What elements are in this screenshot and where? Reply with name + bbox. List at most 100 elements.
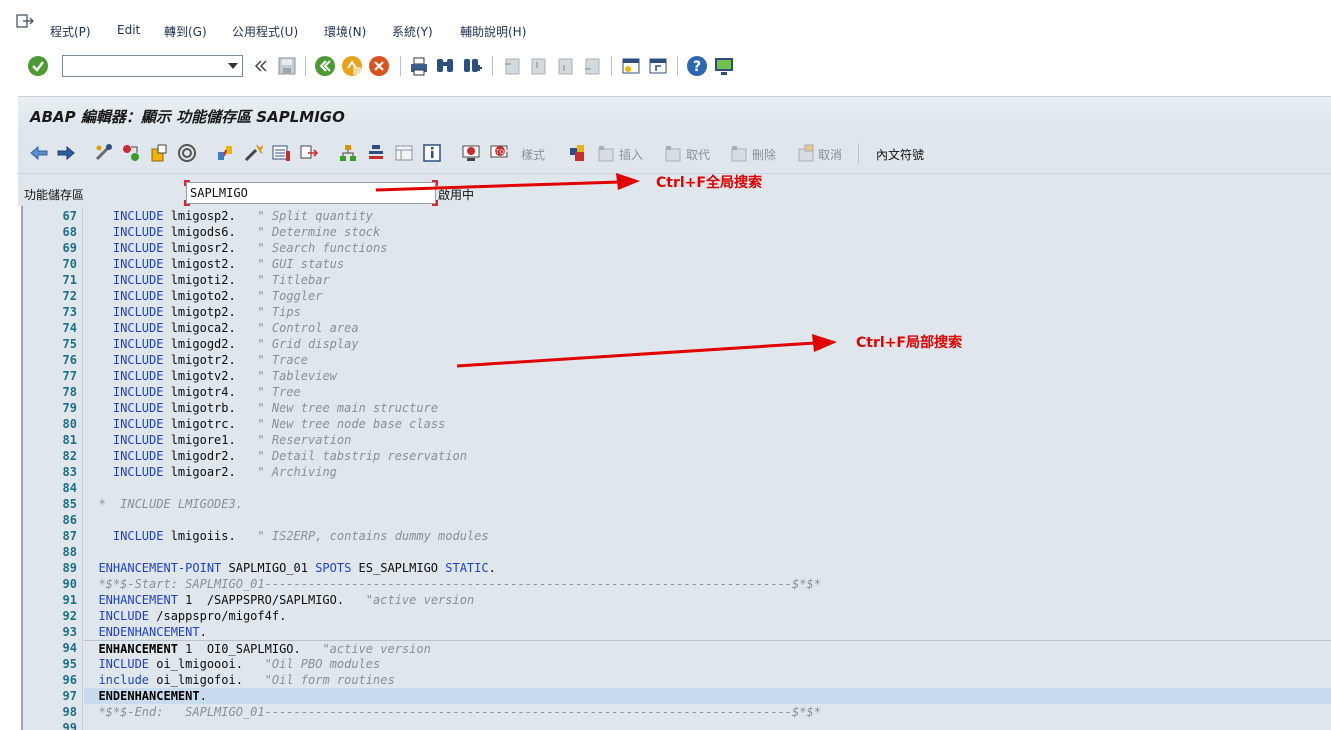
code-keyword: ENDENHANCEMENT bbox=[98, 689, 200, 703]
code-line[interactable]: INCLUDE lmigoiis. " IS2ERP, contains dum… bbox=[84, 528, 1331, 544]
external-breakpoint-icon[interactable]: STOP bbox=[488, 142, 510, 164]
last-page-icon bbox=[581, 55, 603, 77]
help-icon[interactable]: ? bbox=[686, 55, 708, 77]
menu-edit[interactable]: Edit bbox=[117, 23, 140, 37]
code-line[interactable] bbox=[84, 544, 1331, 560]
code-line[interactable]: INCLUDE lmigosr2. " Search functions bbox=[84, 240, 1331, 256]
menu-help[interactable]: 輔助說明(H) bbox=[460, 23, 526, 40]
save-icon[interactable] bbox=[276, 55, 298, 77]
text-symbols-button[interactable]: 內文符號 bbox=[876, 146, 924, 163]
code-editor[interactable]: 67 68 69 70 71 72 73 74 75 76 77 78 79 80 81 82 83 84 85 86… bbox=[21, 206, 1331, 730]
code-keyword: INCLUDE bbox=[112, 385, 164, 399]
customize-layout-icon[interactable] bbox=[713, 55, 735, 77]
find-icon[interactable] bbox=[434, 55, 456, 77]
menu-system[interactable]: 系統(Y) bbox=[392, 23, 433, 40]
back-arrow-icon[interactable] bbox=[28, 142, 50, 164]
code-line[interactable]: INCLUDE lmigodr2. " Detail tabstrip rese… bbox=[84, 448, 1331, 464]
code-comment: " Determine stock bbox=[257, 225, 381, 239]
command-field[interactable] bbox=[62, 55, 243, 77]
code-line[interactable]: ENHANCEMENT-POINT SAPLMIGO_01 SPOTS ES_S… bbox=[84, 560, 1331, 576]
code-line[interactable] bbox=[84, 720, 1331, 730]
enter-icon[interactable] bbox=[27, 55, 49, 77]
menu-environment[interactable]: 環境(N) bbox=[324, 23, 366, 40]
insert-button[interactable]: 插入 bbox=[619, 146, 643, 163]
code-line[interactable]: INCLUDE oi_lmigoooi. "Oil PBO modules bbox=[84, 656, 1331, 672]
function-group-input[interactable]: SAPLMIGO bbox=[184, 180, 438, 206]
code-line[interactable]: * INCLUDE LMIGODE3. bbox=[84, 496, 1331, 512]
menu-program[interactable]: 程式(P) bbox=[50, 23, 91, 40]
check-syntax-icon[interactable] bbox=[242, 142, 264, 164]
code-line[interactable]: INCLUDE lmigoti2. " Titlebar bbox=[84, 272, 1331, 288]
code-line[interactable]: ENHANCEMENT 1 OI0_SAPLMIGO. "active vers… bbox=[84, 640, 1331, 656]
exit-icon[interactable] bbox=[341, 55, 363, 77]
code-line[interactable]: INCLUDE lmigotrb. " New tree main struct… bbox=[84, 400, 1331, 416]
code-line[interactable]: INCLUDE lmigotv2. " Tableview bbox=[84, 368, 1331, 384]
replace-icon bbox=[662, 142, 684, 164]
code-line[interactable]: INCLUDE lmigotr2. " Trace bbox=[84, 352, 1331, 368]
other-object-icon[interactable] bbox=[148, 142, 170, 164]
code-line[interactable]: *$*$-Start: SAPLMIGO_01-----------------… bbox=[84, 576, 1331, 592]
chevron-down-icon[interactable] bbox=[224, 56, 242, 76]
delete-button[interactable]: 刪除 bbox=[752, 146, 776, 163]
code-line[interactable]: ENDENHANCEMENT. bbox=[84, 688, 1331, 704]
separator bbox=[492, 56, 493, 76]
line-number: 90 bbox=[62, 577, 77, 591]
code-text: oi_lmigoooi. bbox=[149, 657, 243, 671]
code-line[interactable]: *$*$-End: SAPLMIGO_01-------------------… bbox=[84, 704, 1331, 720]
object-list-icon[interactable] bbox=[365, 142, 387, 164]
hierarchy-icon[interactable] bbox=[337, 142, 359, 164]
pretty-printer-icon[interactable] bbox=[566, 142, 588, 164]
code-line[interactable]: ENHANCEMENT 1 /SAPPSPRO/SAPLMIGO. "activ… bbox=[84, 592, 1331, 608]
collapse-command-icon[interactable] bbox=[250, 55, 272, 77]
cancel-icon[interactable] bbox=[368, 55, 390, 77]
code-line[interactable]: INCLUDE lmigods6. " Determine stock bbox=[84, 224, 1331, 240]
menu-goto[interactable]: 轉到(G) bbox=[164, 23, 207, 40]
code-keyword: INCLUDE bbox=[112, 369, 164, 383]
shortcut-icon[interactable] bbox=[647, 55, 669, 77]
where-used-icon[interactable] bbox=[215, 142, 237, 164]
menu-utilities[interactable]: 公用程式(U) bbox=[232, 23, 298, 40]
code-line[interactable]: INCLUDE lmigotrc. " New tree node base c… bbox=[84, 416, 1331, 432]
forward-arrow-icon[interactable] bbox=[55, 142, 77, 164]
undo-button[interactable]: 取消 bbox=[818, 146, 842, 163]
code-comment: " Grid display bbox=[257, 337, 359, 351]
find-next-icon[interactable] bbox=[461, 55, 483, 77]
window-icon[interactable] bbox=[393, 142, 415, 164]
code-line[interactable] bbox=[84, 480, 1331, 496]
breakpoint-icon[interactable] bbox=[460, 142, 482, 164]
code-area[interactable]: INCLUDE lmigosp2. " Split quantity INCLU… bbox=[84, 206, 1331, 730]
line-number: 93 bbox=[62, 625, 77, 639]
activate-icon[interactable] bbox=[176, 142, 198, 164]
code-line[interactable]: ENDENHANCEMENT. bbox=[84, 624, 1331, 640]
print-icon[interactable] bbox=[408, 55, 430, 77]
code-line[interactable]: INCLUDE lmigosp2. " Split quantity bbox=[84, 208, 1331, 224]
code-line[interactable]: include oi_lmigofoi. "Oil form routines bbox=[84, 672, 1331, 688]
code-keyword: ENHANCEMENT-POINT bbox=[98, 561, 222, 575]
code-line[interactable]: INCLUDE lmigost2. " GUI status bbox=[84, 256, 1331, 272]
code-comment: " GUI status bbox=[257, 257, 345, 271]
title-bar: ABAP 編輯器：顯示 功能儲存區 SAPLMIGO bbox=[18, 96, 1331, 132]
code-line[interactable]: INCLUDE lmigotr4. " Tree bbox=[84, 384, 1331, 400]
new-session-icon[interactable] bbox=[620, 55, 642, 77]
code-line[interactable]: INCLUDE lmigoca2. " Control area bbox=[84, 320, 1331, 336]
test-icon[interactable] bbox=[270, 142, 292, 164]
back-icon[interactable] bbox=[314, 55, 336, 77]
replace-button[interactable]: 取代 bbox=[686, 146, 710, 163]
display-change-icon[interactable] bbox=[93, 142, 115, 164]
svg-text:?: ? bbox=[693, 59, 701, 75]
code-line[interactable]: INCLUDE lmigoar2. " Archiving bbox=[84, 464, 1331, 480]
code-line[interactable]: INCLUDE lmigotp2. " Tips bbox=[84, 304, 1331, 320]
code-line[interactable]: INCLUDE /sappspro/migof4f. bbox=[84, 608, 1331, 624]
menu-exit-icon[interactable] bbox=[16, 14, 34, 28]
info-icon[interactable] bbox=[421, 142, 443, 164]
code-keyword: INCLUDE bbox=[112, 257, 164, 271]
separator bbox=[858, 143, 859, 163]
active-inactive-icon[interactable] bbox=[120, 142, 142, 164]
code-line[interactable] bbox=[84, 512, 1331, 528]
pattern-button[interactable]: 樣式 bbox=[521, 146, 545, 163]
code-line[interactable]: INCLUDE lmigore1. " Reservation bbox=[84, 432, 1331, 448]
code-keyword: INCLUDE bbox=[112, 449, 164, 463]
code-line[interactable]: INCLUDE lmigoto2. " Toggler bbox=[84, 288, 1331, 304]
navigate-icon[interactable] bbox=[298, 142, 320, 164]
code-line[interactable]: INCLUDE lmigogd2. " Grid display bbox=[84, 336, 1331, 352]
